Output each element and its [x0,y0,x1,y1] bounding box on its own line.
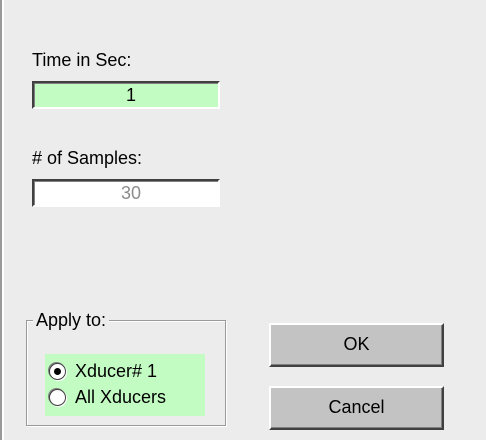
radio-option-xducer-1[interactable]: Xducer# 1 [49,359,157,383]
radio-option-label: Xducer# 1 [75,360,158,381]
samples-field[interactable]: 30 [32,179,220,207]
ok-button[interactable]: OK [269,323,444,367]
radio-unchecked-icon[interactable] [49,388,66,406]
radio-option-all-xducers[interactable]: All Xducers [49,385,166,409]
apply-to-options: Xducer# 1 All Xducers [45,354,205,416]
dialog: Time in Sec: 1 # of Samples: 30 Apply to… [0,0,486,440]
samples-label: # of Samples: [32,148,143,168]
radio-option-label: All Xducers [75,386,167,407]
radio-checked-icon[interactable] [49,362,66,380]
apply-to-title: Apply to: [33,309,110,331]
time-in-sec-field[interactable]: 1 [32,81,220,109]
cancel-button[interactable]: Cancel [269,386,444,430]
apply-to-group: Apply to: Xducer# 1 All Xducers [26,309,226,426]
time-in-sec-label: Time in Sec: [32,50,132,70]
